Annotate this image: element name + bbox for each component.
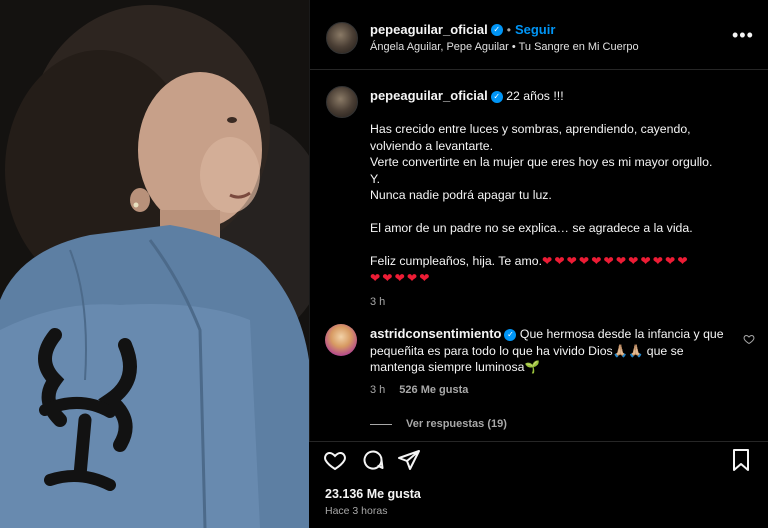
post-header: pepeaguilar_oficial ✓ • Seguir Ángela Aguil… (310, 0, 768, 70)
instagram-post-window: pepeaguilar_oficial ✓ • Seguir Ángela Aguil… (0, 0, 768, 528)
follow-button[interactable]: Seguir (515, 22, 555, 37)
comment-icon[interactable] (361, 448, 385, 472)
caption-line: Y. (370, 171, 381, 186)
save-bookmark-icon[interactable] (730, 448, 752, 472)
share-icon[interactable] (397, 448, 421, 472)
replies-divider (370, 423, 392, 425)
hearts-row: ❤❤❤❤❤ (370, 270, 432, 285)
verified-badge-icon: ✓ (490, 90, 503, 103)
caption-line: volviendo a levantarte. (370, 138, 494, 153)
comment-text: Que hermosa desde la infancia y que (519, 327, 724, 341)
commenter-avatar[interactable] (325, 324, 357, 356)
verified-badge-icon: ✓ (504, 328, 517, 341)
post-timestamp: Hace 3 horas (325, 505, 388, 517)
comment-likes-count[interactable]: 526 Me gusta (399, 384, 468, 396)
comment-text: pequeñita es para todo lo que ha vivido … (370, 343, 684, 358)
caption-line: Has crecido entre luces y sombras, apren… (370, 122, 691, 136)
like-heart-icon[interactable] (323, 448, 347, 472)
comment-text: mantenga siempre luminosa🌱 (370, 360, 540, 374)
post-caption: pepeaguilar_oficial ✓ 22 años !!! Has cre… (370, 88, 755, 311)
hearts-row: ❤❤❤❤❤❤❤❤❤❤❤❤ (542, 254, 690, 268)
caption-username[interactable]: pepeaguilar_oficial (370, 88, 488, 103)
author-line: pepeaguilar_oficial ✓ • Seguir (370, 21, 555, 39)
author-avatar[interactable] (326, 22, 358, 54)
author-username[interactable]: pepeaguilar_oficial (370, 22, 488, 37)
photo-illustration (0, 0, 309, 528)
audio-collab-line[interactable]: Ángela Aguilar, Pepe Aguilar • Tu Sangre… (370, 41, 639, 53)
post-photo[interactable] (0, 0, 309, 528)
comment-like-icon[interactable] (743, 333, 755, 345)
caption-timestamp: 3 h (370, 296, 386, 308)
comment-timestamp: 3 h (370, 383, 386, 396)
view-replies-button[interactable]: Ver respuestas (19) (406, 418, 507, 430)
caption-lead: 22 años !!! (506, 89, 564, 103)
post-actions-bar: 23.136 Me gusta Hace 3 horas (309, 441, 768, 528)
more-options-icon[interactable]: ••• (732, 26, 754, 44)
caption-line: El amor de un padre no se explica… se ag… (370, 221, 693, 235)
comment: astridconsentimiento ✓ Que hermosa desde … (370, 326, 745, 433)
post-likes-count[interactable]: 23.136 Me gusta (325, 487, 421, 501)
caption-line: Feliz cumpleaños, hija. Te amo. (370, 254, 543, 268)
commenter-username[interactable]: astridconsentimiento (370, 326, 501, 341)
caption-line: Verte convertirte en la mujer que eres h… (370, 155, 713, 169)
separator-dot: • (506, 23, 511, 37)
caption-author-avatar[interactable] (326, 86, 358, 118)
caption-line: Nunca nadie podrá apagar tu luz. (370, 188, 552, 202)
verified-badge-icon: ✓ (490, 23, 503, 36)
